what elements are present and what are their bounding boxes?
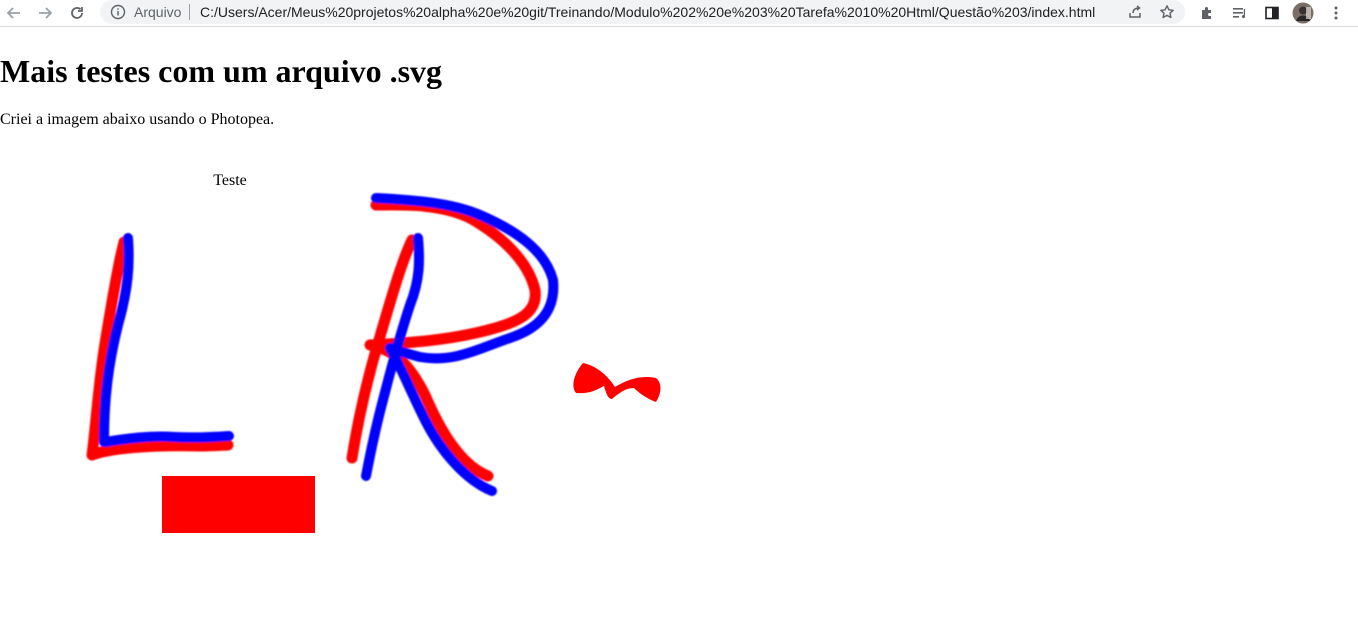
scheme-label: Arquivo [134,4,182,20]
divider [189,4,190,20]
avatar[interactable] [1292,2,1314,24]
page-title: Mais testes com um arquivo .svg [0,53,443,89]
browser-toolbar: Arquivo C:/Users/Acer/Meus%20projetos%20… [0,0,1358,27]
address-bar[interactable]: Arquivo C:/Users/Acer/Meus%20projetos%20… [100,0,1185,24]
info-icon[interactable] [110,4,126,20]
reload-icon[interactable] [66,2,88,24]
puzzle-icon[interactable] [1196,2,1218,24]
kebab-menu-icon[interactable] [1325,2,1347,24]
svg-drawing: Teste [86,172,661,533]
share-icon[interactable] [1126,3,1144,21]
back-arrow-icon[interactable] [3,2,25,24]
intro-paragraph: Criei a imagem abaixo usando o Photopea. [0,111,275,128]
bow-tie-shape [573,363,661,402]
star-icon[interactable] [1158,3,1176,21]
red-rectangle [162,476,315,533]
url-text[interactable]: C:/Users/Acer/Meus%20projetos%20alpha%20… [200,4,1095,20]
svg-text-teste: Teste [213,172,247,189]
media-control-icon[interactable] [1229,2,1251,24]
side-panel-icon[interactable] [1261,2,1283,24]
forward-arrow-icon[interactable] [34,2,56,24]
